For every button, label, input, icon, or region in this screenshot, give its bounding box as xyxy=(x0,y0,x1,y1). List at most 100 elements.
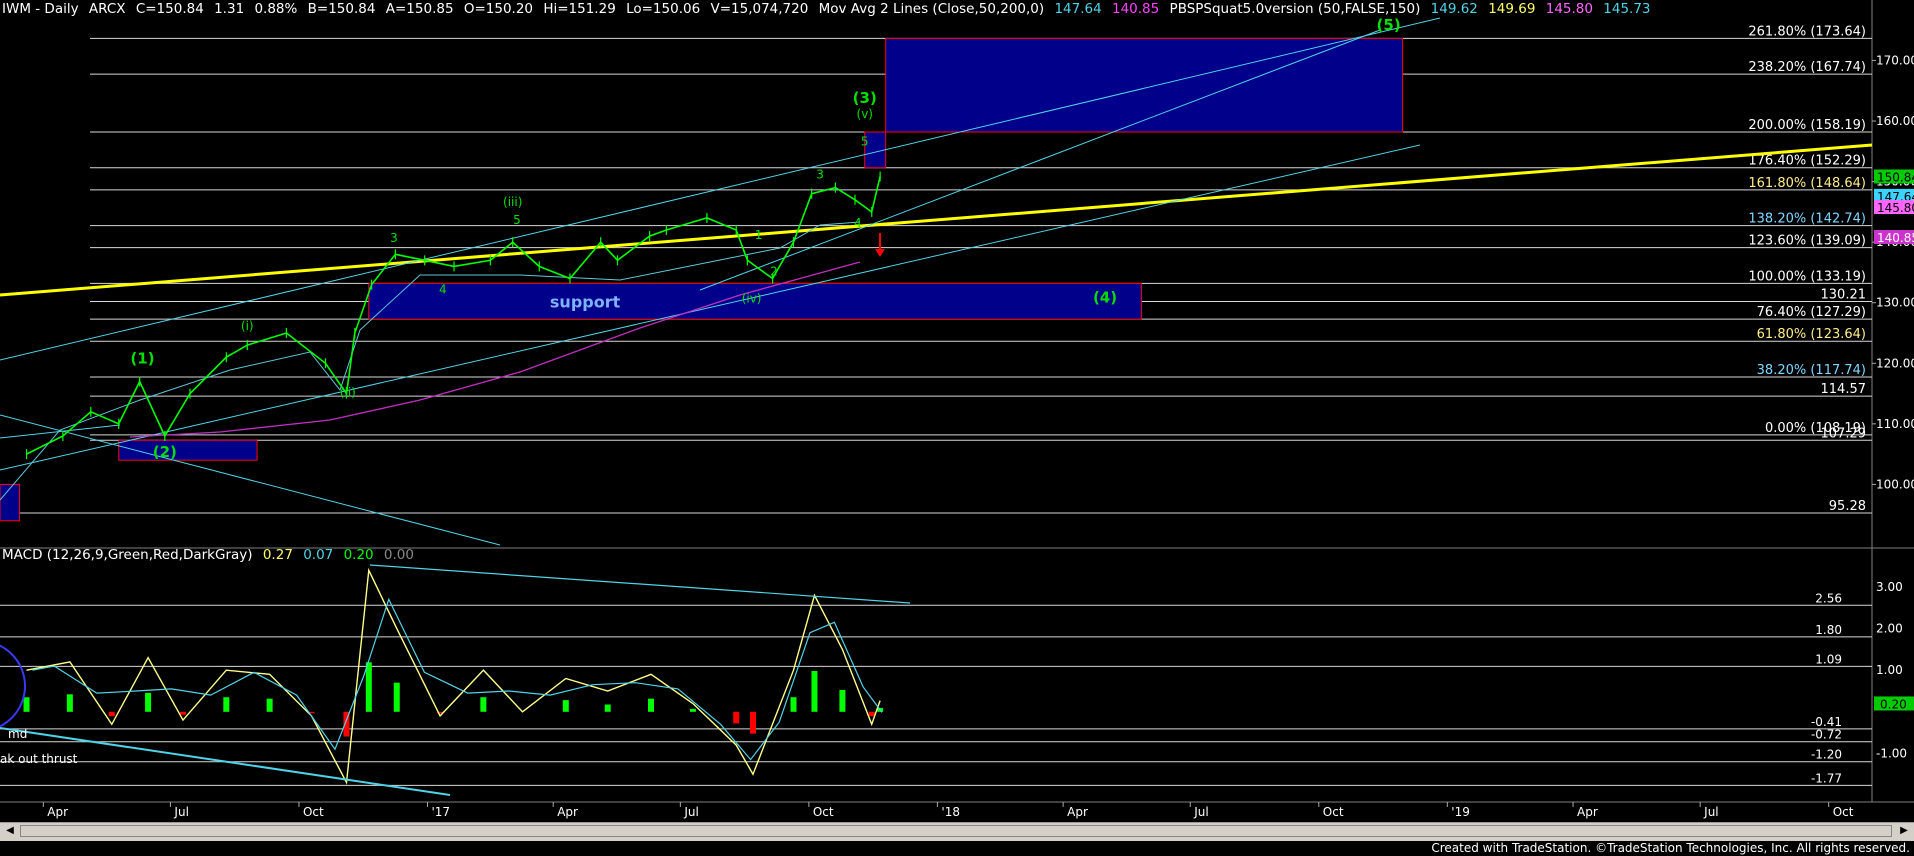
symbol-header: IWM - Daily ARCX C=150.84 1.31 0.88% B=1… xyxy=(2,1,1657,17)
ma-label: Mov Avg 2 Lines (Close,50,200,0) xyxy=(818,1,1045,17)
fib-level-label: 130.21 xyxy=(1821,287,1867,302)
macd-histogram-bar xyxy=(180,711,187,715)
macd-value-2: 0.07 xyxy=(303,547,334,563)
x-tick-label: Jul xyxy=(683,805,698,819)
fib-level-label: 176.40% (152.29) xyxy=(1748,154,1866,169)
scroll-right-icon[interactable]: ▶ xyxy=(1896,824,1912,838)
macd-level-label: 1.80 xyxy=(1815,623,1842,637)
fib-level-label: 238.20% (167.74) xyxy=(1748,60,1866,75)
macd-histogram-bar xyxy=(604,704,611,712)
pbsp-value-1: 149.62 xyxy=(1430,1,1478,17)
price-axis: 100.00110.00120.00130.00140.00150.00160.… xyxy=(1872,53,1914,491)
scroll-left-icon[interactable]: ◀ xyxy=(2,824,18,838)
macd-histogram-bar xyxy=(23,697,30,712)
bid-price: B=150.84 xyxy=(307,1,376,17)
wave-label: 5 xyxy=(513,213,521,227)
macd-histogram-bar xyxy=(749,711,756,734)
ma50-value: 147.64 xyxy=(1054,1,1102,17)
macd-level-label: -1.77 xyxy=(1811,771,1842,785)
macd-histogram-bar xyxy=(266,698,273,712)
price-chart[interactable]: 261.80% (173.64) 238.20% (167.74) 200.00% … xyxy=(0,0,1914,856)
macd-histogram-bar xyxy=(480,697,487,712)
down-arrow-head-icon xyxy=(875,249,885,257)
wave-label: 5 xyxy=(861,134,869,148)
x-tick-label: Apr xyxy=(557,805,578,819)
fib-level-label: 76.40% (127.29) xyxy=(1757,305,1866,320)
price-zone-box xyxy=(0,483,21,522)
wave-label: 4 xyxy=(439,283,447,297)
x-tick-label: '17 xyxy=(431,805,450,819)
macd-histogram-bar xyxy=(868,711,875,717)
x-axis: Apr Jul Oct '17 Apr Jul Oct '18 Apr Jul Oct '19 Apr J… xyxy=(42,802,1854,819)
macd-histogram-bar xyxy=(393,682,400,712)
fib-level-label: 107.29 xyxy=(1821,426,1867,441)
y-tick-label: 130.00 xyxy=(1876,296,1914,310)
price-change-pct: 0.88% xyxy=(254,1,298,17)
copyright-footer: Created with TradeStation. ©TradeStation… xyxy=(1431,841,1910,855)
x-tick-label: Oct xyxy=(303,805,324,819)
macd-histogram-bar xyxy=(733,711,740,724)
x-tick-label: Oct xyxy=(1323,805,1344,819)
horizontal-scrollbar[interactable]: ◀ ▶ xyxy=(0,822,1914,841)
macd-histogram-bar xyxy=(145,692,152,712)
wave-label: (v) xyxy=(857,107,873,121)
y-tick-label: 120.00 xyxy=(1876,356,1914,370)
x-tick-label: Jul xyxy=(1193,805,1208,819)
macd-level-label: -0.41 xyxy=(1811,715,1842,729)
price-zone-box xyxy=(885,37,1404,133)
y-tick-label: 110.00 xyxy=(1876,417,1914,431)
x-tick-label: Apr xyxy=(1577,805,1598,819)
x-tick-label: Jul xyxy=(173,805,188,819)
macd-histogram-bar xyxy=(790,697,797,712)
macd-histogram-bar xyxy=(223,697,230,712)
macd-value-3: 0.20 xyxy=(343,547,374,563)
macd-level-label: -0.72 xyxy=(1811,728,1842,742)
wave-label: (iv) xyxy=(742,292,762,306)
wave-label: 3 xyxy=(390,231,398,245)
open-price: O=150.20 xyxy=(463,1,534,17)
wave-label: 1 xyxy=(755,228,763,242)
macd-value-4: 0.00 xyxy=(383,547,414,563)
high-price: Hi=151.29 xyxy=(543,1,616,17)
symbol-name: IWM - Daily xyxy=(2,1,79,17)
macd-histogram-bar xyxy=(689,708,696,712)
fib-level-label: 138.20% (142.74) xyxy=(1748,212,1866,227)
support-label: support xyxy=(550,292,621,311)
wave-label: (5) xyxy=(1377,16,1401,34)
pbsp-label: PBSPSquat5.0version (50,FALSE,150) xyxy=(1169,1,1421,17)
y-tick-label: 160.00 xyxy=(1876,114,1914,128)
fib-level-label: 200.00% (158.19) xyxy=(1748,118,1866,133)
wave-label: (i) xyxy=(241,319,254,333)
wave-label: (ii) xyxy=(340,386,356,400)
wave-label: 3 xyxy=(816,168,824,182)
wave-label: 4 xyxy=(854,216,862,230)
ma-segment xyxy=(0,424,121,439)
pbsp-value-3: 145.80 xyxy=(1545,1,1593,17)
macd-histogram-bar xyxy=(811,671,818,712)
wave-label: (1) xyxy=(130,349,154,367)
macd-value-badge-label: 0.20 xyxy=(1880,697,1907,711)
ma200-value: 140.85 xyxy=(1112,1,1160,17)
macd-histogram-bar xyxy=(562,700,569,712)
scrollbar-thumb[interactable] xyxy=(20,825,1892,837)
macd-histogram-bar xyxy=(66,694,73,712)
fib-level-label: 95.28 xyxy=(1829,499,1866,514)
macd-tick-label: 1.00 xyxy=(1876,663,1903,677)
macd-annotation: ak out thrust xyxy=(0,752,78,766)
pbsp-value-2: 149.69 xyxy=(1488,1,1536,17)
macd-level-label: -1.20 xyxy=(1811,748,1842,762)
y-tick-label: 170.00 xyxy=(1876,53,1914,67)
x-tick-label: Apr xyxy=(1067,805,1088,819)
price-badge-label: 145.80 xyxy=(1877,201,1914,215)
x-tick-label: Oct xyxy=(813,805,834,819)
wave-label: (4) xyxy=(1093,289,1117,307)
fib-level-label: 114.57 xyxy=(1821,382,1867,397)
wave-label: 2 xyxy=(770,264,778,278)
ask-price: A=150.85 xyxy=(385,1,454,17)
macd-label: MACD (12,26,9,Green,Red,DarkGray) xyxy=(2,547,253,563)
macd-panel: 2.56 1.80 1.09 -0.41-0.72 -1.20 -1.77 3.00 2.00… xyxy=(0,564,1914,796)
macd-histogram-bar xyxy=(648,698,655,712)
x-tick-label: '19 xyxy=(1451,805,1470,819)
fib-level-label: 161.80% (148.64) xyxy=(1748,176,1866,191)
macd-tick-label: 3.00 xyxy=(1876,580,1903,594)
